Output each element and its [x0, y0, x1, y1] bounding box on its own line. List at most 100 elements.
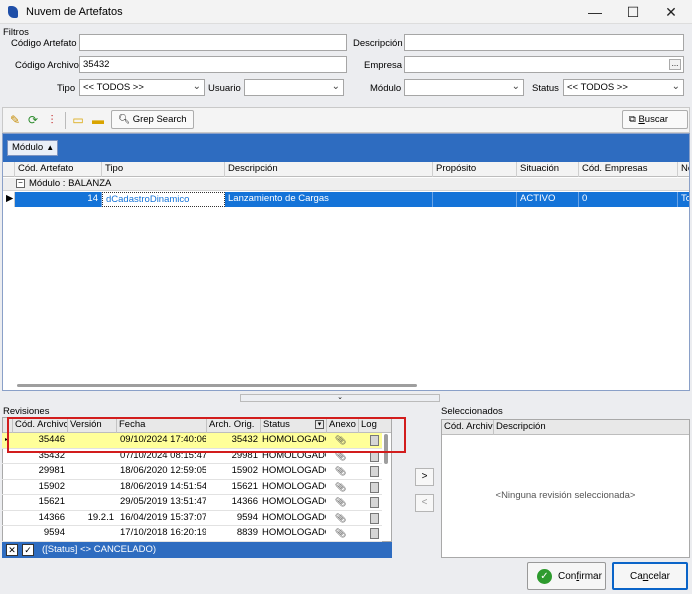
rev-col-log[interactable]: Log: [359, 418, 391, 433]
panel-splitter[interactable]: ⌄: [240, 394, 440, 402]
cell-fecha[interactable]: 07/10/2024 08:15:47: [118, 449, 206, 464]
cancelar-button[interactable]: Cancelar: [612, 562, 688, 590]
col-header-proposito[interactable]: Propósito: [433, 162, 517, 177]
cell-orig[interactable]: 35432: [206, 433, 260, 448]
cell-tipo[interactable]: dCadastroDinamico: [102, 192, 225, 207]
rev-col-orig[interactable]: Arch. Orig.: [207, 418, 261, 433]
attachment-icon[interactable]: 📎︎: [335, 482, 346, 493]
open-folder-icon[interactable]: ▭: [71, 114, 85, 127]
col-header-codigo[interactable]: Cód. Artefato: [15, 162, 102, 177]
refresh-icon[interactable]: ⟳: [26, 114, 40, 127]
close-button[interactable]: ✕: [652, 0, 690, 24]
horizontal-scrollbar[interactable]: [17, 384, 417, 387]
maximize-button[interactable]: ☐: [614, 0, 652, 24]
cell-orig[interactable]: 9594: [206, 511, 260, 526]
cell-version[interactable]: [67, 449, 116, 464]
log-document-icon[interactable]: [370, 481, 379, 493]
tipo-select[interactable]: << TODOS >> ⌄: [79, 79, 205, 96]
log-document-icon[interactable]: [370, 528, 379, 539]
log-document-icon[interactable]: [370, 450, 379, 462]
cell-no[interactable]: Tod: [678, 192, 689, 207]
filter-expression[interactable]: ([Status] <> CANCELADO): [42, 544, 156, 555]
empresa-ellipsis-button[interactable]: ...: [669, 59, 681, 70]
broom-icon[interactable]: ✎: [8, 114, 22, 127]
cell-fecha[interactable]: 29/05/2019 13:51:47: [118, 495, 206, 510]
table-row[interactable]: 15621 29/05/2019 13:51:47 14366 HOMOLOGADO 📎…: [2, 495, 382, 511]
table-row[interactable]: 9594 17/10/2018 16:20:19 8839 HOMOLOGADO 📎︎: [2, 526, 382, 542]
cell-fecha[interactable]: 18/06/2019 14:51:54: [118, 480, 206, 495]
filter-enabled-checkbox[interactable]: ✓: [22, 544, 34, 556]
cell-codigo[interactable]: 9594: [14, 526, 67, 541]
usuario-select[interactable]: ⌄: [244, 79, 344, 96]
rev-col-status[interactable]: Status ▾: [261, 418, 327, 433]
column-filter-icon[interactable]: ▾: [315, 420, 324, 429]
log-document-icon[interactable]: [370, 497, 379, 508]
cell-status[interactable]: HOMOLOGADO: [260, 526, 326, 541]
cell-version[interactable]: [67, 480, 116, 495]
cell-codigo[interactable]: 29981: [14, 464, 67, 479]
cell-codigo[interactable]: 14366: [14, 511, 67, 526]
cell-version[interactable]: [67, 495, 116, 510]
rev-col-codigo[interactable]: Cód. Archivo: [13, 418, 68, 433]
attachment-icon[interactable]: 📎︎: [335, 513, 346, 524]
table-row[interactable]: ▶ 14 dCadastroDinamico Lanzamiento de Ca…: [3, 192, 689, 207]
rev-col-anexo[interactable]: Anexo: [327, 418, 359, 433]
attachment-icon[interactable]: 📎︎: [335, 528, 346, 539]
cell-orig[interactable]: 15621: [206, 480, 260, 495]
attachment-icon[interactable]: 📎︎: [335, 451, 346, 462]
cell-codigo[interactable]: 14: [15, 192, 102, 207]
log-document-icon[interactable]: [370, 466, 379, 477]
attachment-icon[interactable]: 📎︎: [335, 435, 346, 446]
cell-version[interactable]: 19.2.1: [67, 511, 116, 526]
cell-empresas[interactable]: 0: [579, 192, 678, 207]
table-row[interactable]: 14366 19.2.1 16/04/2019 15:37:07 9594 HOMOLO…: [2, 511, 382, 526]
status-select[interactable]: << TODOS >> ⌄: [563, 79, 684, 96]
cell-proposito[interactable]: [433, 192, 517, 207]
cell-orig[interactable]: 29981: [206, 449, 260, 464]
table-row[interactable]: ▸ 35446 09/10/2024 17:40:06 35432 HOMOLOGADO…: [2, 433, 382, 449]
cell-codigo[interactable]: 15621: [14, 495, 67, 510]
group-row[interactable]: − Módulo : BALANZA: [3, 178, 689, 191]
cell-descripcion[interactable]: Lanzamiento de Cargas: [225, 192, 433, 207]
buscar-button[interactable]: ⧉ Buscar: [622, 110, 688, 129]
folder-icon[interactable]: ▬: [91, 114, 105, 127]
cell-orig[interactable]: 14366: [206, 495, 260, 510]
col-header-tipo[interactable]: Tipo: [102, 162, 225, 177]
cell-status[interactable]: HOMOLOGADO: [260, 433, 326, 448]
col-header-empresas[interactable]: Cód. Empresas: [579, 162, 678, 177]
descripcion-input[interactable]: [404, 34, 684, 51]
attachment-icon[interactable]: 📎︎: [335, 497, 346, 508]
table-row[interactable]: 15902 18/06/2019 14:51:54 15621 HOMOLOGADO 📎…: [2, 480, 382, 495]
cell-fecha[interactable]: 18/06/2020 12:59:05: [118, 464, 206, 479]
col-header-situacion[interactable]: Situación: [517, 162, 579, 177]
table-row[interactable]: 29981 18/06/2020 12:59:05 15902 HOMOLOGADO 📎…: [2, 464, 382, 480]
cell-version[interactable]: [67, 464, 116, 479]
cell-fecha[interactable]: 16/04/2019 15:37:07: [118, 511, 206, 526]
log-document-icon[interactable]: [370, 435, 379, 446]
add-selection-button[interactable]: >: [415, 468, 434, 486]
table-row[interactable]: 35432 07/10/2024 08:15:47 29981 HOMOLOGADO 📎…: [2, 449, 382, 464]
cell-codigo[interactable]: 15902: [14, 480, 67, 495]
remove-selection-button[interactable]: <: [415, 494, 434, 512]
cell-version[interactable]: [67, 433, 116, 448]
log-document-icon[interactable]: [370, 512, 379, 524]
group-chip-modulo[interactable]: Módulo ▲: [7, 140, 59, 156]
cell-status[interactable]: HOMOLOGADO: [260, 449, 326, 464]
sel-col-codigo[interactable]: Cód. Archivo: [442, 420, 494, 435]
vertical-scrollbar[interactable]: [384, 434, 388, 464]
cell-status[interactable]: HOMOLOGADO: [260, 464, 326, 479]
cell-status[interactable]: HOMOLOGADO: [260, 480, 326, 495]
minimize-button[interactable]: —: [576, 0, 614, 24]
cell-codigo[interactable]: 35432: [14, 449, 67, 464]
attachment-icon[interactable]: 📎︎: [335, 466, 346, 477]
codigo-archivo-input[interactable]: 35432: [79, 56, 347, 73]
grep-search-button[interactable]: 🔍︎ Grep Search: [111, 110, 194, 129]
col-header-descripcion[interactable]: Descripción: [225, 162, 433, 177]
cell-fecha[interactable]: 09/10/2024 17:40:06: [118, 433, 206, 448]
cell-orig[interactable]: 15902: [206, 464, 260, 479]
rev-col-fecha[interactable]: Fecha: [117, 418, 207, 433]
codigo-artefato-input[interactable]: [79, 34, 347, 51]
confirmar-button[interactable]: ✓ Confirmar: [527, 562, 606, 590]
cell-status[interactable]: HOMOLOGADO: [260, 495, 326, 510]
cell-fecha[interactable]: 17/10/2018 16:20:19: [118, 526, 206, 541]
